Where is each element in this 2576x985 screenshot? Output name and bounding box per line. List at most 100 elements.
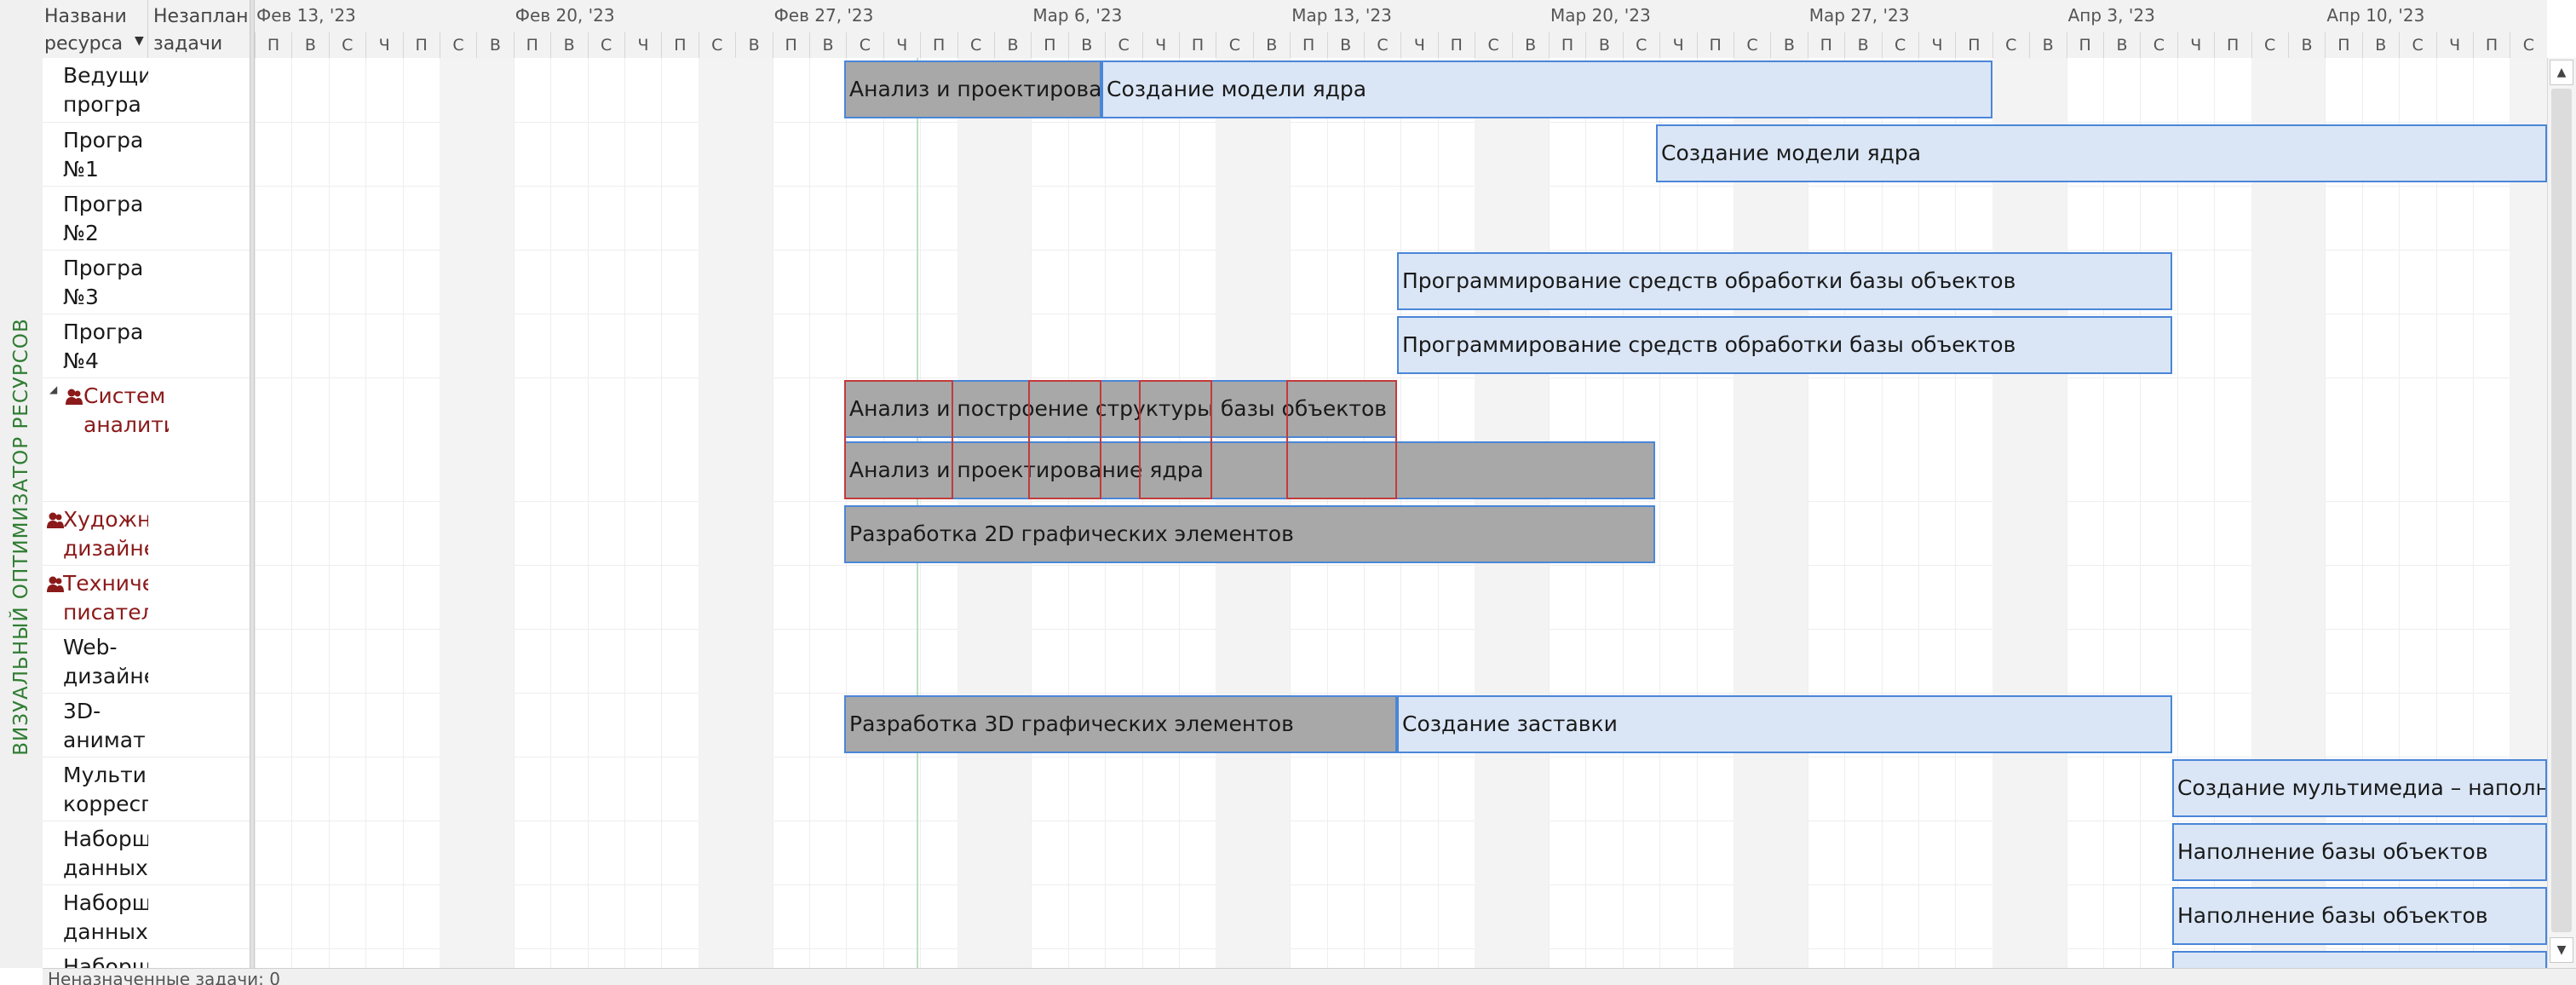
nonworking-day-shade	[735, 58, 773, 968]
day-header: С	[2399, 32, 2435, 58]
day-gridline	[2140, 58, 2142, 968]
day-header: С	[1105, 32, 1141, 58]
view-bar[interactable]: ВИЗУАЛЬНЫЙ ОПТИМИЗАТОР РЕСУРСОВ	[0, 0, 43, 968]
day-header: Ч	[1659, 32, 1696, 58]
task-bar[interactable]	[2172, 951, 2547, 968]
day-header: П	[661, 32, 698, 58]
resource-name: Систем аналити	[83, 383, 169, 437]
task-bar[interactable]: Создание заставки	[1397, 695, 2172, 753]
day-gridline	[402, 58, 404, 968]
day-header: С	[2251, 32, 2288, 58]
resource-name: Техниче писател	[63, 571, 148, 625]
resource-row[interactable]: Мульти корресп	[43, 757, 251, 821]
task-bar[interactable]: Разработка 3D графических элементов	[844, 695, 1397, 753]
day-header: С	[1364, 32, 1400, 58]
resource-row[interactable]: Програ №4	[43, 314, 251, 378]
task-bar[interactable]: Создание модели ядра	[1101, 60, 1992, 118]
day-header: С	[957, 32, 994, 58]
day-gridline	[624, 58, 625, 968]
day-header: В	[2288, 32, 2325, 58]
column-header-resource-name[interactable]: Названи ресурса	[44, 0, 148, 58]
resource-list: Ведущи програ Програ №1 Програ №2 Програ…	[43, 58, 251, 968]
collapse-arrow-icon[interactable]: ◢	[49, 383, 57, 395]
resource-optimizer-window: ВИЗУАЛЬНЫЙ ОПТИМИЗАТОР РЕСУРСОВ Названи …	[0, 0, 2576, 985]
task-bar[interactable]: Программирование средств обработки базы …	[1397, 316, 2172, 374]
task-bar[interactable]: Разработка 2D графических элементов	[844, 505, 1655, 563]
day-header: С	[698, 32, 735, 58]
nonworking-day-shade	[698, 58, 736, 968]
resource-name: Програ №1	[63, 128, 144, 181]
task-bar[interactable]: Создание мультимедиа – наполнение	[2172, 759, 2547, 817]
task-bar[interactable]: Наполнение базы объектов	[2172, 823, 2547, 881]
day-header: В	[1252, 32, 1290, 58]
day-header: В	[291, 32, 328, 58]
scroll-down-arrow-icon[interactable]: ▼	[2550, 937, 2573, 963]
day-gridline	[661, 58, 663, 968]
day-header: Ч	[2176, 32, 2214, 58]
day-header: П	[402, 32, 440, 58]
day-header: П	[2066, 32, 2103, 58]
day-gridline	[513, 58, 515, 968]
scroll-up-arrow-icon[interactable]: ▲	[2550, 60, 2573, 85]
resource-row[interactable]: Web- дизайне	[43, 630, 251, 694]
day-gridline	[365, 58, 367, 968]
day-header: С	[2140, 32, 2176, 58]
scroll-thumb[interactable]	[2551, 89, 2572, 932]
resource-row[interactable]: 3D- анимат	[43, 694, 251, 757]
dropdown-arrow-icon[interactable]: ▼	[135, 34, 144, 48]
resource-row[interactable]: Наборщ данных	[43, 821, 251, 885]
day-header: П	[2214, 32, 2251, 58]
vertical-scrollbar[interactable]: ▲ ▼	[2547, 58, 2576, 968]
day-gridline	[1955, 58, 1957, 968]
day-header: С	[328, 32, 365, 58]
resource-grid-header: Названи ресурса ▼ Незаплан задачи	[43, 0, 251, 59]
resource-row[interactable]: Наборщ	[43, 949, 251, 968]
day-header: С	[1992, 32, 2029, 58]
day-header: П	[1437, 32, 1475, 58]
week-header: Мар 20, '23	[1550, 5, 1651, 26]
task-bar[interactable]: Наполнение базы объектов	[2172, 887, 2547, 945]
day-header: П	[1031, 32, 1067, 58]
resource-row[interactable]: Наборщ данных	[43, 885, 251, 949]
day-header: П	[772, 32, 809, 58]
view-title: ВИЗУАЛЬНЫЙ ОПТИМИЗАТОР РЕСУРСОВ	[10, 318, 32, 756]
task-bar[interactable]: Анализ и построение структуры базы объек…	[844, 380, 1397, 438]
nonworking-day-shade	[1734, 58, 1771, 968]
resource-row-overallocated[interactable]: Техниче писател	[43, 566, 251, 630]
task-bar[interactable]: Анализ и проектирование ядра	[844, 60, 1101, 118]
resource-row[interactable]: Програ №1	[43, 123, 251, 187]
day-header: С	[587, 32, 624, 58]
column-header-unscheduled-tasks[interactable]: Незаплан задачи	[153, 0, 247, 58]
overallocated-person-icon	[47, 576, 64, 592]
day-gridline	[1659, 58, 1661, 968]
week-header: Мар 6, '23	[1032, 5, 1123, 26]
resource-name: Програ №2	[63, 192, 144, 245]
day-header: В	[550, 32, 587, 58]
task-bar[interactable]: Анализ и проектирование ядра	[844, 441, 1655, 499]
week-header: Апр 3, '23	[2067, 5, 2155, 26]
resource-row-overallocated[interactable]: ◢ Систем аналити	[43, 378, 251, 502]
resource-row-overallocated[interactable]: Художн дизайне	[43, 502, 251, 566]
day-header: П	[920, 32, 957, 58]
nonworking-day-shade	[440, 58, 477, 968]
day-header: П	[1807, 32, 1844, 58]
day-header: Ч	[1400, 32, 1437, 58]
week-header: Фев 13, '23	[256, 5, 356, 26]
resource-row[interactable]: Ведущи програ	[43, 58, 251, 123]
day-header: Ч	[624, 32, 661, 58]
gantt-chart-area[interactable]: Анализ и проектирование ядра Создание мо…	[255, 58, 2547, 968]
day-gridline	[328, 58, 330, 968]
day-header: В	[1511, 32, 1549, 58]
task-bar[interactable]: Создание модели ядра	[1656, 124, 2547, 182]
day-header: С	[1216, 32, 1252, 58]
resource-row[interactable]: Програ №3	[43, 251, 251, 314]
day-header: С	[1881, 32, 1918, 58]
resource-name: Web- дизайне	[63, 635, 148, 688]
resource-row[interactable]: Програ №2	[43, 187, 251, 251]
task-bar[interactable]: Программирование средств обработки базы …	[1397, 252, 2172, 310]
week-header: Мар 13, '23	[1291, 5, 1392, 26]
day-header: В	[994, 32, 1031, 58]
day-gridline	[587, 58, 589, 968]
day-header: В	[1067, 32, 1105, 58]
day-header: С	[1475, 32, 1511, 58]
